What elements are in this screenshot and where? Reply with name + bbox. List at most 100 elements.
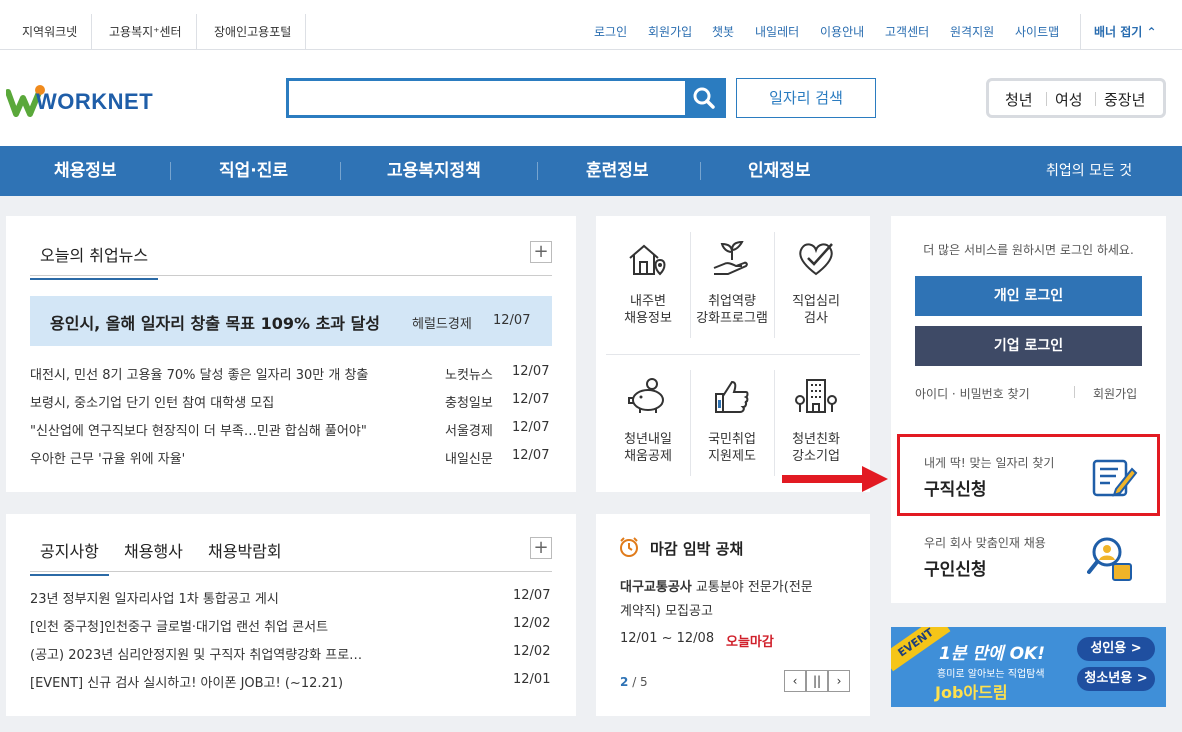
newsletter-link[interactable]: 내일레터 bbox=[755, 14, 799, 50]
news-date: 12/07 bbox=[512, 392, 550, 407]
signup-link[interactable]: 회원가입 bbox=[648, 14, 692, 50]
service-psych-test[interactable]: 직업심리 검사 bbox=[774, 238, 858, 327]
divider bbox=[606, 354, 860, 355]
divider bbox=[1095, 92, 1096, 106]
recruit-apply-card[interactable]: 우리 회사 맞춤인재 채용 구인신청 bbox=[897, 522, 1160, 598]
service-competency-program[interactable]: 취업역량 강화프로그램 bbox=[690, 238, 774, 327]
header: WORKNET 일자리 검색 청년 여성 중장년 bbox=[0, 50, 1182, 146]
youth-button[interactable]: 청소년용 > bbox=[1077, 667, 1155, 691]
service-label-line1: 국민취업 bbox=[708, 432, 756, 447]
notice-title: 23년 정부지원 일자리사업 1차 통합공고 게시 bbox=[30, 592, 279, 607]
tab-hiring-events[interactable]: 채용행사 bbox=[124, 538, 183, 562]
banner-toggle-button[interactable]: 배너 접기 ⌃ bbox=[1094, 14, 1157, 50]
news-panel: 오늘의 취업뉴스 + 용인시, 올해 일자리 창출 목표 109% 초과 달성 … bbox=[6, 216, 576, 492]
news-date: 12/07 bbox=[512, 420, 550, 435]
service-label-line2: 지원제도 bbox=[708, 449, 756, 464]
headline-source: 헤럴드경제 bbox=[412, 317, 472, 332]
adult-button[interactable]: 성인용 > bbox=[1077, 637, 1155, 661]
list-item[interactable]: [EVENT] 신규 검사 실시하고! 아이폰 JOB고! (~12.21) 1… bbox=[30, 672, 552, 691]
list-item[interactable]: 23년 정부지원 일자리사업 1차 통합공고 게시 12/07 bbox=[30, 588, 552, 607]
list-item[interactable]: [인천 중구청]인천중구 글로벌·대기업 랜선 취업 콘서트 12/02 bbox=[30, 616, 552, 635]
job-apply-card[interactable]: 내게 딱! 맞는 일자리 찾기 구직신청 bbox=[897, 434, 1160, 516]
nav-job-info[interactable]: 채용정보 bbox=[54, 146, 117, 196]
job-apply-title: 구직신청 bbox=[924, 480, 987, 500]
audience-youth[interactable]: 청년 bbox=[1005, 89, 1033, 110]
join-link[interactable]: 회원가입 bbox=[1093, 385, 1137, 402]
deadline-posting[interactable]: 대구교통공사 교통분야 전문가(전문 계약직) 모집공고 bbox=[620, 576, 860, 624]
prev-button[interactable]: ‹ bbox=[784, 670, 806, 692]
event-brand: Job아드림 bbox=[935, 683, 1008, 702]
more-notices-plus-icon[interactable]: + bbox=[530, 537, 552, 559]
nav-career[interactable]: 직업·진로 bbox=[219, 146, 288, 196]
divider bbox=[700, 162, 701, 180]
service-label-line2: 강화프로그램 bbox=[696, 311, 768, 326]
chatbot-link[interactable]: 챗봇 bbox=[712, 14, 734, 50]
service-label-line2: 강소기업 bbox=[792, 449, 840, 464]
service-nearby-jobs[interactable]: 내주변 채용정보 bbox=[606, 238, 690, 327]
service-youth-savings[interactable]: 청년내일 채움공제 bbox=[606, 376, 690, 465]
guide-link[interactable]: 이용안내 bbox=[820, 14, 864, 50]
list-item[interactable]: 우아한 근무 '규율 위에 자율' 내일신문 12/07 bbox=[30, 448, 552, 467]
next-button[interactable]: › bbox=[828, 670, 850, 692]
notice-date: 12/02 bbox=[513, 616, 551, 631]
find-id-password-link[interactable]: 아이디 · 비밀번호 찾기 bbox=[915, 385, 1030, 402]
list-item[interactable]: 보령시, 중소기업 단기 인턴 참여 대학생 모집 충청일보 12/07 bbox=[30, 392, 552, 411]
notice-date: 12/02 bbox=[513, 644, 551, 659]
worknet-logo[interactable]: WORKNET bbox=[6, 82, 166, 122]
event-banner[interactable]: EVENT 1분 만에 OK! 흥미로 알아보는 직업탐색 Job아드림 성인용… bbox=[891, 627, 1166, 707]
nav-talent[interactable]: 인재정보 bbox=[748, 146, 811, 196]
service-youth-friendly-company[interactable]: 청년친화 강소기업 bbox=[774, 376, 858, 465]
search-box bbox=[286, 78, 726, 118]
news-list: 대전시, 민선 8기 고용율 70% 달성 좋은 일자리 30만 개 창출 노컷… bbox=[30, 364, 552, 474]
deadline-desc-line1: 교통분야 전문가(전문 bbox=[695, 580, 813, 595]
job-search-button[interactable]: 일자리 검색 bbox=[736, 78, 876, 118]
login-link[interactable]: 로그인 bbox=[594, 14, 627, 50]
audience-women[interactable]: 여성 bbox=[1055, 89, 1083, 110]
notice-list: 23년 정부지원 일자리사업 1차 통합공고 게시 12/07 [인천 중구청]… bbox=[30, 588, 552, 698]
link-disability-portal[interactable]: 장애인고용포털 bbox=[200, 14, 307, 50]
pause-button[interactable]: || bbox=[806, 670, 828, 692]
service-label-line1: 청년친화 bbox=[792, 432, 840, 447]
link-regional-worknet[interactable]: 지역워크넷 bbox=[8, 14, 93, 50]
tab-notices[interactable]: 공지사항 bbox=[30, 538, 109, 576]
customer-center-link[interactable]: 고객센터 bbox=[885, 14, 929, 50]
news-tabbar: 오늘의 취업뉴스 + bbox=[30, 234, 552, 280]
login-panel: 더 많은 서비스를 원하시면 로그인 하세요. 개인 로그인 기업 로그인 아이… bbox=[891, 216, 1166, 603]
application-form-icon bbox=[1092, 459, 1138, 497]
notice-panel: 공지사항 채용행사 채용박람회 + 23년 정부지원 일자리사업 1차 통합공고… bbox=[6, 514, 576, 716]
nav-welfare-policy[interactable]: 고용복지정책 bbox=[387, 146, 481, 196]
sprout-hand-icon bbox=[713, 240, 748, 275]
event-subtitle: 흥미로 알아보는 직업탐색 bbox=[937, 669, 1045, 680]
service-national-employment[interactable]: 국민취업 지원제도 bbox=[690, 376, 774, 465]
audience-middle-aged[interactable]: 중장년 bbox=[1104, 89, 1145, 110]
link-employment-center[interactable]: 고용복지⁺센터 bbox=[95, 14, 197, 50]
search-input[interactable] bbox=[289, 81, 685, 115]
more-news-plus-icon[interactable]: + bbox=[530, 241, 552, 263]
list-item[interactable]: (공고) 2023년 심리안정지원 및 구직자 취업역량강화 프로… 12/02 bbox=[30, 644, 552, 663]
list-item[interactable]: 대전시, 민선 8기 고용율 70% 달성 좋은 일자리 30만 개 창출 노컷… bbox=[30, 364, 552, 383]
news-title: 대전시, 민선 8기 고용율 70% 달성 좋은 일자리 30만 개 창출 bbox=[30, 368, 369, 383]
tab-today-news[interactable]: 오늘의 취업뉴스 bbox=[30, 242, 159, 280]
tab-job-fairs[interactable]: 채용박람회 bbox=[208, 538, 282, 562]
nav-training[interactable]: 훈련정보 bbox=[586, 146, 649, 196]
talent-search-icon bbox=[1087, 537, 1132, 581]
service-label-line1: 내주변 bbox=[630, 294, 666, 309]
news-title: 보령시, 중소기업 단기 인턴 참여 대학생 모집 bbox=[30, 396, 275, 411]
news-title: 우아한 근무 '규율 위에 자율' bbox=[30, 452, 186, 467]
headline-news[interactable]: 용인시, 올해 일자리 창출 목표 109% 초과 달성 헤럴드경제 12/07 bbox=[30, 296, 552, 346]
job-apply-subtitle: 내게 딱! 맞는 일자리 찾기 bbox=[924, 456, 1055, 470]
notice-title: [인천 중구청]인천중구 글로벌·대기업 랜선 취업 콘서트 bbox=[30, 620, 329, 635]
page-total: / 5 bbox=[632, 675, 648, 689]
search-button[interactable] bbox=[685, 81, 723, 115]
sitemap-link[interactable]: 사이트맵 bbox=[1015, 14, 1059, 50]
remote-support-link[interactable]: 원격지원 bbox=[950, 14, 994, 50]
personal-login-button[interactable]: 개인 로그인 bbox=[915, 276, 1142, 316]
nav-all-about-jobs[interactable]: 취업의 모든 것 bbox=[1046, 146, 1132, 196]
news-source: 내일신문 bbox=[445, 452, 493, 467]
banner-toggle-label: 배너 접기 bbox=[1094, 25, 1143, 39]
company-login-button[interactable]: 기업 로그인 bbox=[915, 326, 1142, 366]
divider bbox=[1046, 92, 1047, 106]
list-item[interactable]: "신산업에 연구직보다 현장직이 더 부족…민관 합심해 풀어야" 서울경제 1… bbox=[30, 420, 552, 439]
deadline-panel: 마감 임박 공채 대구교통공사 교통분야 전문가(전문 계약직) 모집공고 12… bbox=[596, 514, 870, 716]
divider bbox=[1074, 386, 1075, 398]
